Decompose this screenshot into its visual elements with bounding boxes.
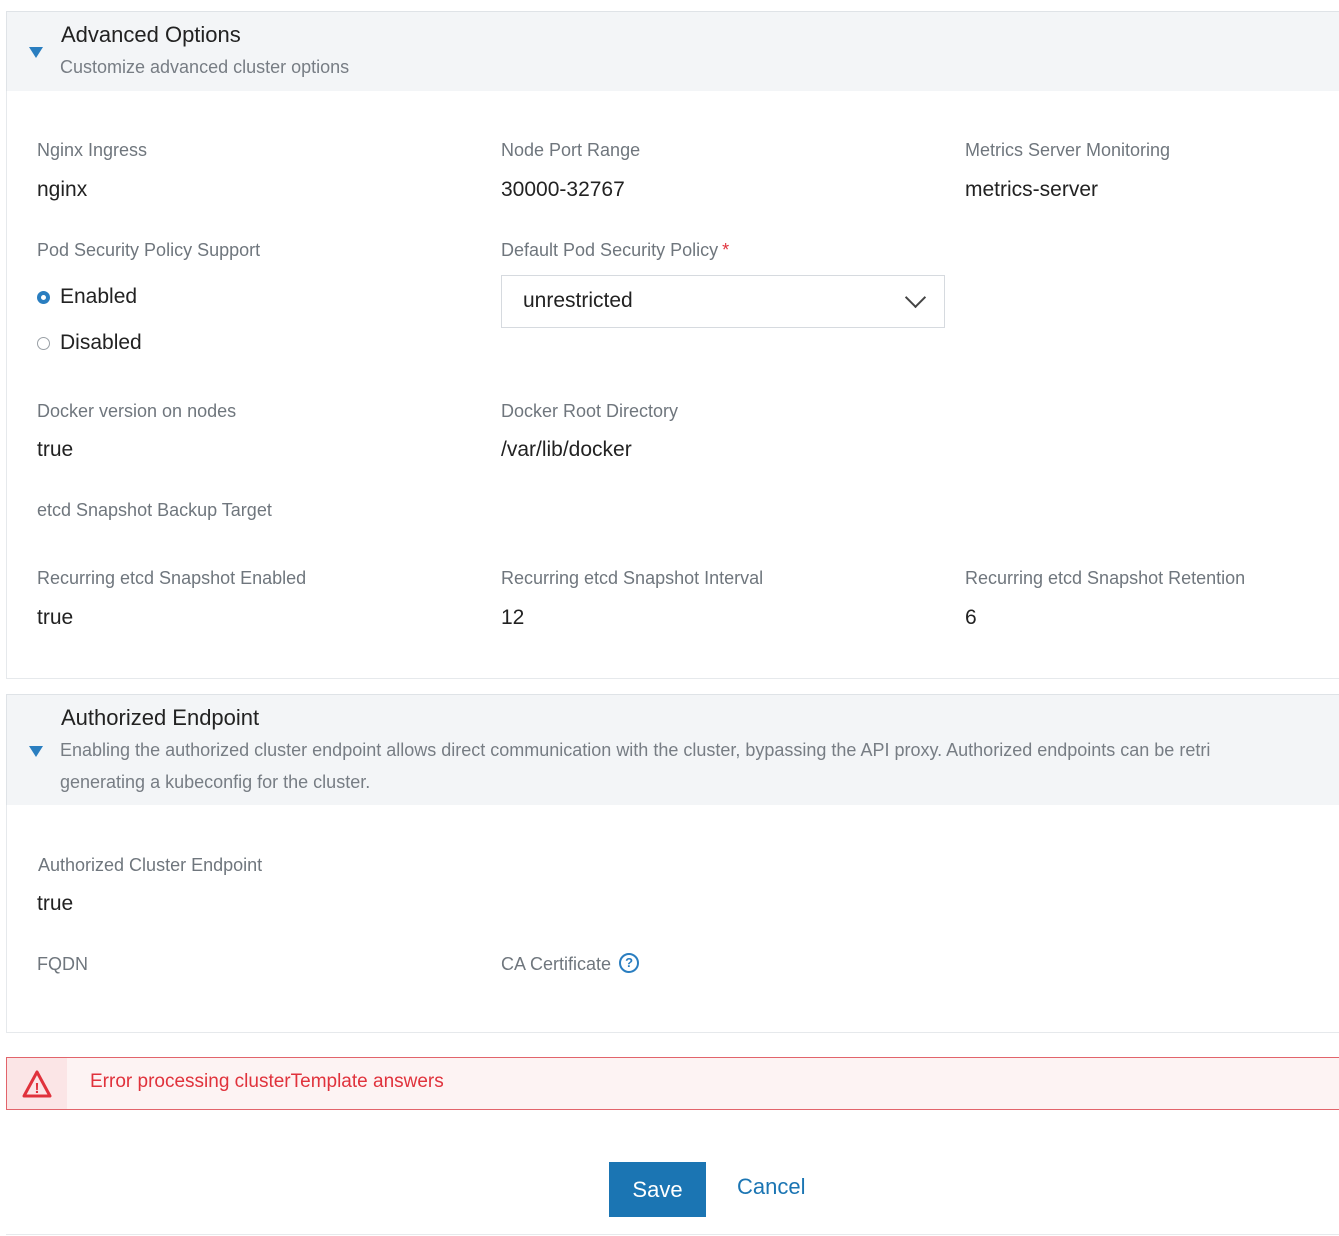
psp-disabled-label: Disabled <box>60 331 142 354</box>
error-banner: ! Error processing clusterTemplate answe… <box>6 1057 1339 1110</box>
warning-exclamation: ! <box>35 1080 40 1097</box>
psp-enabled-radio[interactable]: Enabled <box>37 285 137 309</box>
radio-checked-icon[interactable] <box>37 290 50 304</box>
error-message: Error processing clusterTemplate answers <box>90 1071 444 1092</box>
required-asterisk: * <box>722 240 730 260</box>
docker-root-label: Docker Root Directory <box>501 401 679 421</box>
node-port-range-value: 30000-32767 <box>501 178 625 201</box>
ca-certificate-label: CA Certificate? <box>501 953 640 975</box>
error-icon-box: ! <box>7 1058 67 1109</box>
advanced-options-header[interactable]: Advanced Options Customize advanced clus… <box>6 11 1339 92</box>
authorized-endpoint-description-2: generating a kubeconfig for the cluster. <box>60 772 371 792</box>
recurring-snapshot-retention-label: Recurring etcd Snapshot Retention <box>965 568 1246 588</box>
fqdn-label: FQDN <box>37 954 88 974</box>
nginx-ingress-value: nginx <box>37 178 88 201</box>
advanced-options-description: Customize advanced cluster options <box>60 57 350 77</box>
etcd-backup-target-label: etcd Snapshot Backup Target <box>37 500 272 520</box>
advanced-options-title: Advanced Options <box>61 22 241 47</box>
recurring-snapshot-retention-value: 6 <box>965 606 977 629</box>
recurring-snapshot-enabled-label: Recurring etcd Snapshot Enabled <box>37 568 307 588</box>
authorized-endpoint-title: Authorized Endpoint <box>61 705 260 730</box>
authorized-cluster-endpoint-label: Authorized Cluster Endpoint <box>38 855 263 875</box>
collapse-triangle-icon[interactable] <box>29 47 43 58</box>
authorized-endpoint-body <box>6 805 1339 1033</box>
default-psp-label-text: Default Pod Security Policy <box>501 240 719 260</box>
warning-triangle-icon: ! <box>22 1070 52 1098</box>
ca-certificate-label-text: CA Certificate <box>501 954 612 974</box>
help-icon[interactable]: ? <box>619 953 640 974</box>
docker-version-label: Docker version on nodes <box>37 401 237 421</box>
authorized-endpoint-header[interactable]: Authorized Endpoint Enabling the authori… <box>6 694 1339 806</box>
authorized-cluster-endpoint-value: true <box>37 892 74 915</box>
default-psp-label: Default Pod Security Policy * <box>501 240 729 261</box>
cancel-button[interactable]: Cancel <box>737 1174 805 1200</box>
collapse-triangle-icon[interactable] <box>29 746 43 757</box>
radio-unchecked-icon[interactable] <box>37 336 50 350</box>
footer-divider <box>6 1234 1339 1235</box>
recurring-snapshot-interval-value: 12 <box>501 606 525 629</box>
docker-root-value: /var/lib/docker <box>501 438 632 461</box>
node-port-range-label: Node Port Range <box>501 140 641 160</box>
psp-disabled-radio[interactable]: Disabled <box>37 331 142 355</box>
psp-support-label: Pod Security Policy Support <box>37 240 261 260</box>
default-psp-select[interactable]: unrestricted <box>501 275 945 328</box>
authorized-endpoint-description-1: Enabling the authorized cluster endpoint… <box>60 740 1211 760</box>
metrics-server-value: metrics-server <box>965 178 1099 201</box>
default-psp-selected-value: unrestricted <box>523 289 633 312</box>
docker-version-value: true <box>37 438 74 461</box>
recurring-snapshot-enabled-value: true <box>37 606 74 629</box>
chevron-down-icon <box>904 286 927 309</box>
nginx-ingress-label: Nginx Ingress <box>37 140 148 160</box>
psp-enabled-label: Enabled <box>60 285 138 308</box>
save-button[interactable]: Save <box>609 1162 706 1217</box>
advanced-options-body <box>6 91 1339 679</box>
metrics-server-label: Metrics Server Monitoring <box>965 140 1171 160</box>
recurring-snapshot-interval-label: Recurring etcd Snapshot Interval <box>501 568 764 588</box>
